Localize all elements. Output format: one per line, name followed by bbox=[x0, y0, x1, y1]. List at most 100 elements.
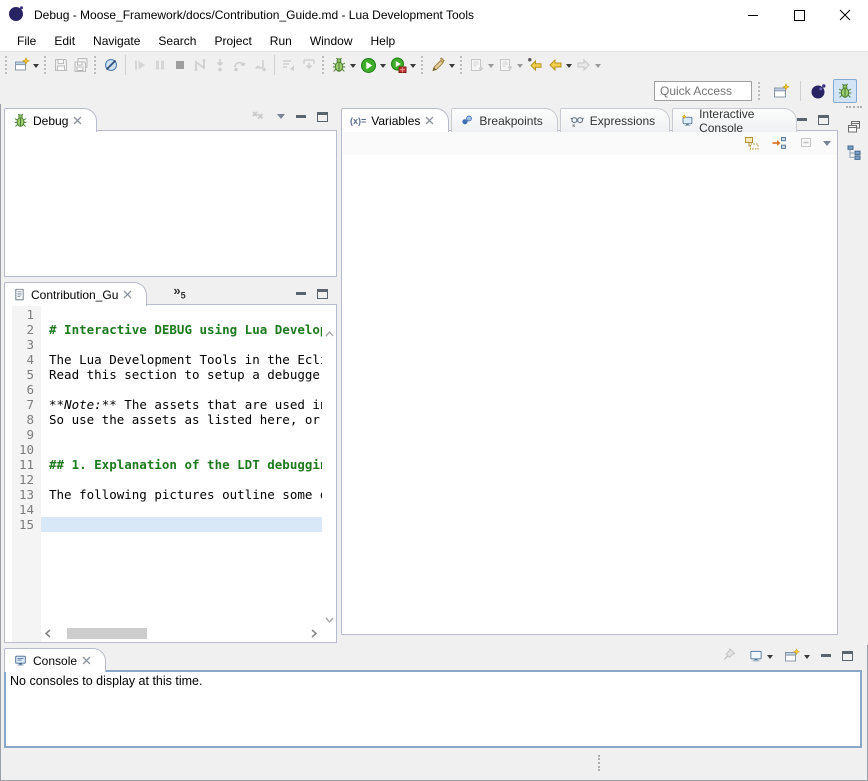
new-wizard-button[interactable] bbox=[12, 54, 41, 77]
maximize-view-icon[interactable] bbox=[842, 651, 853, 661]
debug-view-content[interactable] bbox=[4, 130, 337, 277]
editor-line[interactable]: 13The following pictures outline some of bbox=[5, 487, 322, 502]
open-perspective-button[interactable] bbox=[769, 79, 795, 103]
display-console-dropdown-icon[interactable] bbox=[767, 655, 773, 659]
quick-access-input[interactable] bbox=[654, 81, 752, 101]
new-wizard-dropdown-icon[interactable] bbox=[33, 64, 39, 68]
minimize-view-icon[interactable] bbox=[296, 115, 306, 119]
toolbar-drag-handle[interactable] bbox=[5, 56, 9, 74]
view-menu-icon[interactable] bbox=[823, 141, 831, 146]
editor-content[interactable]: 12# Interactive DEBUG using Lua Developm… bbox=[4, 304, 337, 643]
menu-window[interactable]: Window bbox=[301, 32, 362, 50]
strip-drag-handle[interactable] bbox=[846, 106, 862, 110]
tab-variables-label: Variables bbox=[371, 114, 420, 128]
tab-breakpoints-label: Breakpoints bbox=[479, 114, 542, 128]
editor-horizontal-scrollbar[interactable] bbox=[41, 626, 321, 641]
toolbar-drag-handle[interactable] bbox=[44, 56, 48, 74]
tab-breakpoints[interactable]: Breakpoints bbox=[451, 108, 557, 132]
debug-dropdown-icon[interactable] bbox=[350, 64, 356, 68]
run-button[interactable] bbox=[358, 54, 388, 77]
view-menu-icon[interactable] bbox=[277, 114, 285, 119]
toolbar-drag-handle[interactable] bbox=[322, 56, 326, 74]
back-button[interactable] bbox=[545, 54, 574, 77]
menu-edit[interactable]: Edit bbox=[45, 32, 84, 50]
minimize-view-icon[interactable] bbox=[821, 654, 831, 658]
display-selected-console-button[interactable] bbox=[748, 649, 773, 664]
tab-expressions-label: Expressions bbox=[590, 114, 655, 128]
debug-button[interactable] bbox=[329, 54, 358, 77]
scroll-left-icon[interactable] bbox=[41, 629, 55, 638]
tab-close-icon[interactable] bbox=[82, 656, 91, 665]
minimize-view-icon[interactable] bbox=[797, 118, 807, 122]
show-logical-structures-button[interactable] bbox=[742, 133, 762, 153]
menu-file[interactable]: File bbox=[8, 32, 45, 50]
lua-perspective-button[interactable] bbox=[806, 79, 831, 103]
back-dropdown-icon[interactable] bbox=[566, 64, 572, 68]
editor-line[interactable]: 7**Note:** The assets that are used in bbox=[5, 397, 322, 412]
editor-line[interactable]: 6 bbox=[5, 382, 322, 397]
open-console-button[interactable] bbox=[784, 648, 810, 664]
tab-close-icon[interactable] bbox=[425, 116, 434, 125]
editor-lines[interactable]: 12# Interactive DEBUG using Lua Developm… bbox=[5, 307, 322, 626]
outline-view-button[interactable] bbox=[843, 141, 865, 163]
external-tools-dropdown-icon[interactable] bbox=[449, 64, 455, 68]
editor-line[interactable]: 14 bbox=[5, 502, 322, 517]
tab-interactive-console[interactable]: Interactive Console bbox=[672, 108, 797, 132]
skip-all-breakpoints-button[interactable] bbox=[101, 54, 121, 77]
editor-line[interactable]: 5Read this section to setup a debugger f bbox=[5, 367, 322, 382]
scrollbar-thumb[interactable] bbox=[67, 628, 147, 639]
toolbar-drag-handle[interactable] bbox=[758, 82, 762, 100]
editor-line[interactable]: 4The Lua Development Tools in the Eclips bbox=[5, 352, 322, 367]
editor-line[interactable]: 11## 1. Explanation of the LDT debugging bbox=[5, 457, 322, 472]
tab-variables[interactable]: (x)= Variables bbox=[341, 108, 449, 132]
run-last-dropdown-icon[interactable] bbox=[410, 64, 416, 68]
status-bar-drag-handle[interactable] bbox=[598, 755, 602, 771]
tab-console[interactable]: Console bbox=[4, 648, 106, 672]
scroll-down-icon[interactable] bbox=[325, 617, 334, 623]
tab-expressions[interactable]: Expressions bbox=[560, 108, 670, 132]
editor-line[interactable]: 1 bbox=[5, 307, 322, 322]
restore-views-button[interactable] bbox=[843, 116, 865, 138]
expand-tree-button[interactable] bbox=[769, 133, 789, 153]
menu-run[interactable]: Run bbox=[261, 32, 301, 50]
editor-line[interactable]: 3 bbox=[5, 337, 322, 352]
tab-close-icon[interactable] bbox=[73, 116, 82, 125]
terminate-button bbox=[170, 54, 190, 77]
menubar: File Edit Navigate Search Project Run Wi… bbox=[0, 30, 868, 51]
run-last-launch-button[interactable] bbox=[388, 54, 418, 77]
console-content[interactable]: No consoles to display at this time. bbox=[4, 670, 862, 748]
editor-line[interactable]: 2# Interactive DEBUG using Lua Developme bbox=[5, 322, 322, 337]
window-minimize-button[interactable] bbox=[730, 0, 776, 30]
window-maximize-button[interactable] bbox=[776, 0, 822, 30]
menu-help[interactable]: Help bbox=[362, 32, 405, 50]
external-tools-button[interactable] bbox=[428, 54, 457, 77]
scroll-up-icon[interactable] bbox=[325, 331, 334, 337]
maximize-view-icon[interactable] bbox=[317, 289, 328, 299]
toolbar-drag-handle[interactable] bbox=[94, 56, 98, 74]
editor-line[interactable]: 15 bbox=[5, 517, 322, 532]
maximize-view-icon[interactable] bbox=[317, 112, 328, 122]
run-dropdown-icon[interactable] bbox=[380, 64, 386, 68]
tab-editor-contribution-guide[interactable]: Contribution_Gu bbox=[4, 282, 147, 306]
editor-line[interactable]: 9 bbox=[5, 427, 322, 442]
hidden-editors-chevron[interactable]: »5 bbox=[173, 283, 185, 301]
tab-close-icon[interactable] bbox=[123, 290, 132, 299]
toolbar-drag-handle[interactable] bbox=[421, 56, 425, 74]
editor-line[interactable]: 8So use the assets as listed here, or y bbox=[5, 412, 322, 427]
maximize-view-icon[interactable] bbox=[818, 115, 829, 125]
toolbar-drag-handle[interactable] bbox=[460, 56, 464, 74]
menu-search[interactable]: Search bbox=[149, 32, 205, 50]
minimize-view-icon[interactable] bbox=[296, 292, 306, 296]
window-close-button[interactable] bbox=[822, 0, 868, 30]
editor-line[interactable]: 10 bbox=[5, 442, 322, 457]
scroll-right-icon[interactable] bbox=[307, 629, 321, 638]
last-edit-location-button[interactable] bbox=[525, 54, 545, 77]
editor-line[interactable]: 12 bbox=[5, 472, 322, 487]
tab-debug[interactable]: Debug bbox=[4, 108, 97, 132]
menu-project[interactable]: Project bbox=[205, 32, 260, 50]
menu-navigate[interactable]: Navigate bbox=[84, 32, 149, 50]
editor-vertical-scrollbar[interactable] bbox=[322, 329, 336, 625]
open-console-dropdown-icon[interactable] bbox=[804, 655, 810, 659]
debug-perspective-button[interactable] bbox=[833, 79, 857, 103]
line-text: The Lua Development Tools in the Eclips bbox=[41, 352, 322, 367]
